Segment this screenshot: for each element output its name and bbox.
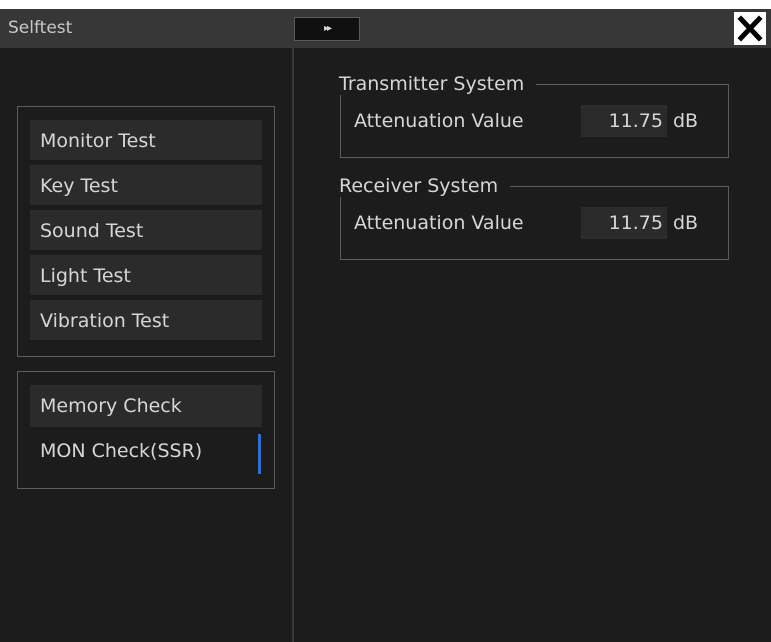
transmitter-attenuation-unit: dB: [673, 110, 699, 132]
test-menu-group: Monitor Test Key Test Sound Test Light T…: [17, 106, 275, 357]
pane-divider: [292, 48, 294, 642]
transmitter-attenuation-label: Attenuation Value: [354, 110, 524, 132]
receiver-system-legend: Receiver System: [339, 175, 511, 197]
double-arrow-icon: ▸▸: [323, 23, 332, 34]
window-title: Selftest: [8, 18, 73, 38]
scrollbar[interactable]: [258, 434, 261, 474]
left-pane: Monitor Test Key Test Sound Test Light T…: [0, 48, 292, 642]
mon-check-ssr-button[interactable]: MON Check(SSR): [30, 430, 262, 472]
check-menu-group: Memory Check MON Check(SSR): [17, 371, 275, 489]
vibration-test-button[interactable]: Vibration Test: [30, 300, 262, 342]
receiver-attenuation-unit: dB: [673, 212, 699, 234]
close-icon: [737, 15, 763, 42]
receiver-attenuation-label: Attenuation Value: [354, 212, 524, 234]
selftest-window: Selftest ▸▸ Monitor Test Key Test Sound …: [0, 9, 771, 642]
light-test-button[interactable]: Light Test: [30, 255, 262, 297]
memory-check-button[interactable]: Memory Check: [30, 385, 262, 427]
transmitter-attenuation-value: 11.75: [581, 105, 667, 137]
receiver-attenuation-value: 11.75: [581, 207, 667, 239]
monitor-test-button[interactable]: Monitor Test: [30, 120, 262, 162]
title-bar: Selftest ▸▸: [0, 9, 771, 48]
sound-test-button[interactable]: Sound Test: [30, 210, 262, 252]
close-button[interactable]: [734, 12, 766, 45]
transmitter-system-legend: Transmitter System: [339, 73, 537, 95]
key-test-button[interactable]: Key Test: [30, 165, 262, 207]
receiver-system-group: Receiver System Attenuation Value 11.75 …: [339, 175, 729, 260]
expand-button[interactable]: ▸▸: [294, 17, 360, 41]
transmitter-system-group: Transmitter System Attenuation Value 11.…: [339, 73, 729, 158]
